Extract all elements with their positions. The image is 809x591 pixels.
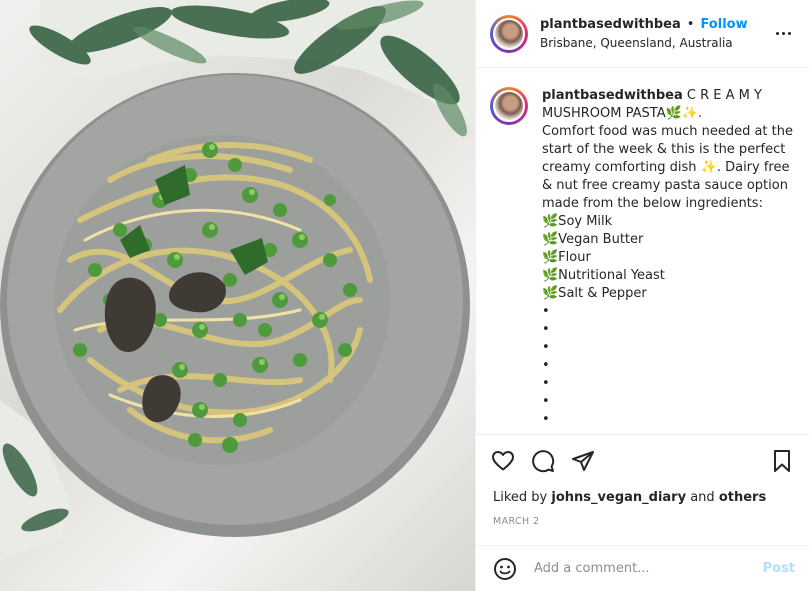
comment-icon[interactable]	[530, 448, 556, 474]
more-dot	[775, 32, 779, 35]
post-date[interactable]: MARCH 2	[493, 516, 539, 527]
heart-icon[interactable]	[490, 448, 516, 474]
separator-dot: •	[686, 17, 695, 32]
caption-text: C R E A M Y MUSHROOM PASTA🌿✨. Comfort fo…	[542, 88, 793, 427]
bookmark-icon[interactable]	[769, 448, 795, 474]
post-location[interactable]: Brisbane, Queensland, Australia	[540, 36, 771, 50]
post-photo[interactable]	[0, 0, 475, 591]
likes-summary: Liked by johns_vegan_diary and others	[493, 490, 766, 505]
author-info: plantbasedwithbea • Follow Brisbane, Que…	[540, 17, 771, 50]
caption-row: plantbasedwithbea C R E A M Y MUSHROOM P…	[490, 87, 795, 429]
post-header: plantbasedwithbea • Follow Brisbane, Que…	[476, 0, 809, 68]
avatar-image	[493, 90, 525, 122]
follow-button[interactable]: Follow	[700, 17, 747, 33]
likes-prefix: Liked by	[493, 490, 552, 505]
liked-by-user[interactable]: johns_vegan_diary	[551, 490, 686, 505]
more-dot	[787, 32, 791, 35]
emoji-icon[interactable]	[493, 557, 517, 581]
share-icon[interactable]	[570, 448, 596, 474]
caption-username[interactable]: plantbasedwithbea	[542, 88, 683, 103]
action-bar	[476, 445, 809, 477]
author-avatar[interactable]	[490, 14, 528, 53]
author-row: plantbasedwithbea • Follow	[540, 17, 771, 33]
likes-middle: and	[686, 490, 719, 505]
pasta-photo-illustration	[0, 0, 475, 560]
likes-others-link[interactable]: others	[719, 490, 766, 505]
post: plantbasedwithbea • Follow Brisbane, Que…	[0, 0, 809, 591]
comment-box: Post	[476, 545, 809, 591]
avatar-image	[493, 17, 525, 50]
caption-avatar[interactable]	[490, 87, 528, 125]
post-comment-button[interactable]: Post	[763, 561, 795, 576]
author-username[interactable]: plantbasedwithbea	[540, 17, 681, 33]
more-options-icon[interactable]	[771, 22, 795, 46]
caption-text-block: plantbasedwithbea C R E A M Y MUSHROOM P…	[542, 87, 795, 429]
post-side-panel: plantbasedwithbea • Follow Brisbane, Que…	[475, 0, 809, 591]
more-dot	[781, 32, 785, 35]
comment-input[interactable]	[532, 560, 763, 577]
caption-area[interactable]: plantbasedwithbea C R E A M Y MUSHROOM P…	[476, 69, 809, 435]
